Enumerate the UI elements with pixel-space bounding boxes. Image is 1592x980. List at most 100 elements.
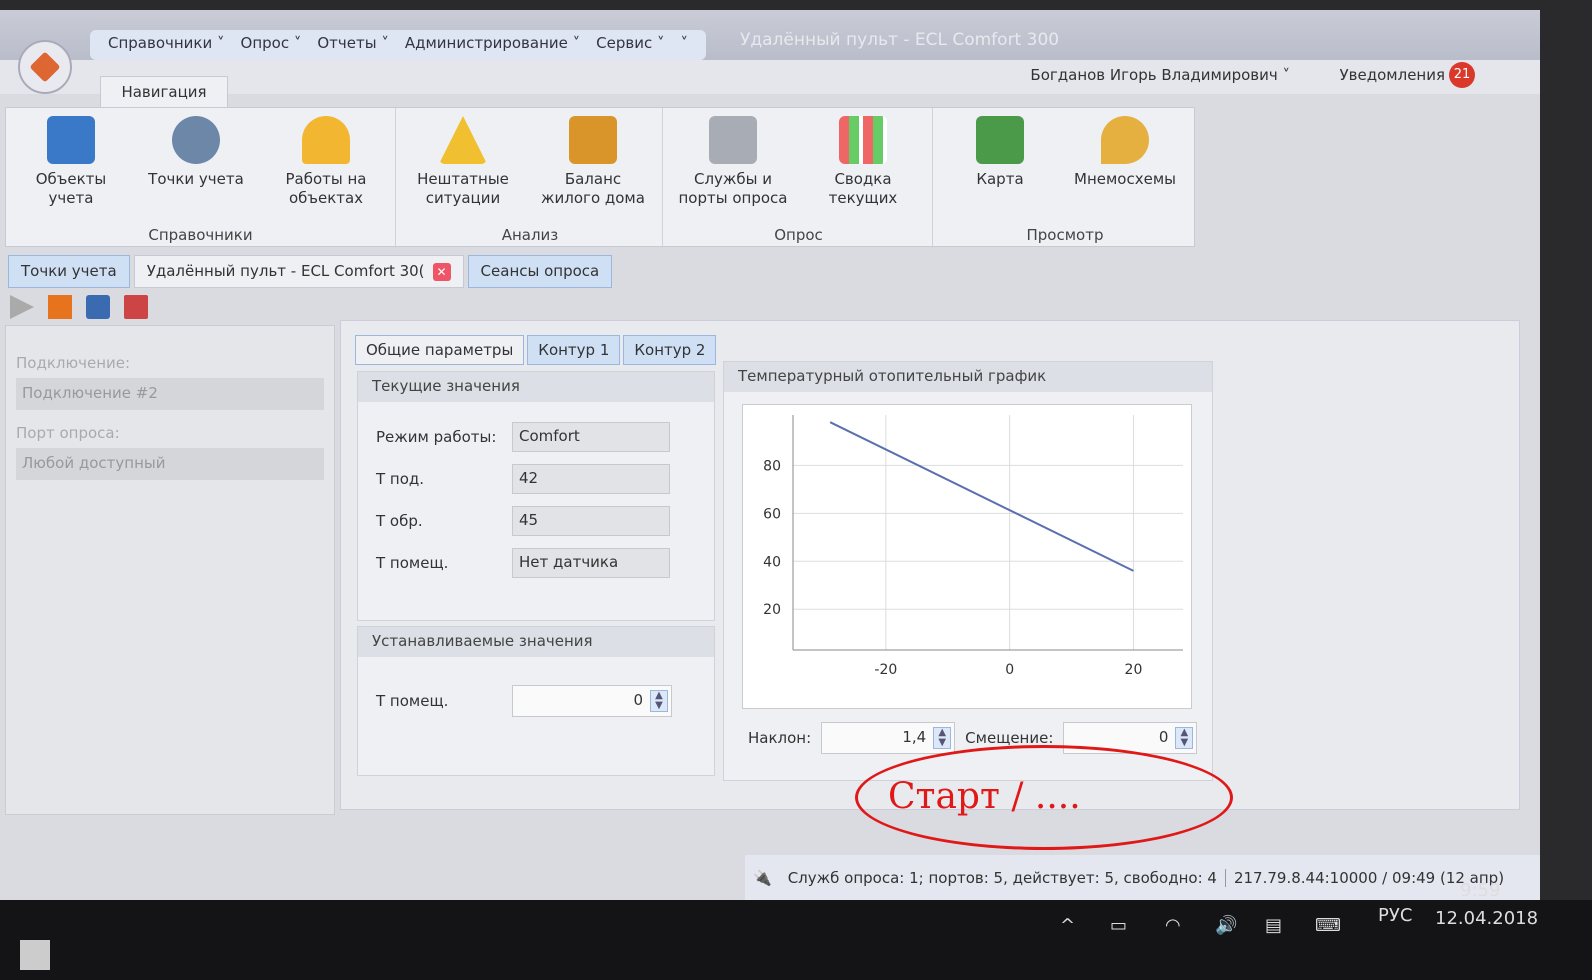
map-icon (976, 116, 1024, 164)
t-supply-value: 42 (512, 464, 670, 494)
main-menu: Справочники ˅ Опрос ˅ Отчеты ˅ Администр… (90, 30, 706, 60)
gauge-icon (172, 116, 220, 164)
notification-badge: 21 (1449, 62, 1475, 88)
menu-service[interactable]: Сервис ˅ (590, 34, 670, 56)
app-window: Справочники ˅ Опрос ˅ Отчеты ˅ Администр… (0, 10, 1540, 900)
parameters-area: Общие параметры Контур 1 Контур 2 Текущи… (340, 320, 1520, 810)
connection-select[interactable]: Подключение #2 (16, 378, 324, 410)
handwritten-annotation: Старт / .... (855, 745, 1233, 850)
x-tick-label: -20 (874, 662, 897, 678)
connection-label: Подключение: (16, 354, 131, 372)
heating-curve-line (829, 421, 1134, 572)
tab-general[interactable]: Общие параметры (355, 335, 525, 365)
setpoints-panel: Устанавливаемые значения Т помещ. 0 ▲ ▼ (357, 626, 715, 776)
title-bar: Справочники ˅ Опрос ˅ Отчеты ˅ Администр… (0, 10, 1540, 60)
x-tick-label: 20 (1125, 662, 1143, 678)
mode-label: Режим работы: (376, 428, 497, 446)
mnemo-button[interactable]: Мнемосхемы (1065, 116, 1185, 189)
spin-arrows-icon[interactable]: ▲ ▼ (1175, 727, 1194, 749)
port-label: Порт опроса: (16, 424, 120, 442)
tab-remote-console[interactable]: Удалённый пульт - ECL Comfort 30(✕ (133, 255, 464, 288)
pin-icon (1101, 116, 1149, 164)
save-icon[interactable] (86, 295, 110, 319)
balance-button[interactable]: Баланс жилого дома (533, 116, 653, 208)
connection-panel: Подключение: Подключение #2 Порт опроса:… (5, 325, 335, 815)
tab-circuit-2[interactable]: Контур 2 (623, 335, 717, 365)
taskbar: ^ ▭ ◠ 🔊 ▤ ⌨ РУС 9:59 12.04.2018 (0, 880, 1592, 980)
language-indicator[interactable]: РУС (1378, 905, 1412, 926)
group-analysis: Нештатные ситуации Баланс жилого дома Ан… (398, 108, 663, 248)
heating-curve-panel: Температурный отопительный график 20 40 60… (723, 361, 1213, 781)
wifi-icon[interactable]: ◠ (1165, 915, 1181, 936)
tab-sessions[interactable]: Сеансы опроса (467, 255, 613, 288)
close-icon[interactable]: ✕ (432, 263, 451, 281)
spin-arrows-icon[interactable]: ▲ ▼ (650, 690, 668, 712)
objects-button[interactable]: Объекты учета (11, 116, 131, 208)
status-bar: 🔌 Служб опроса: 1; портов: 5, действует:… (745, 855, 1540, 900)
panel-title: Текущие значения (358, 372, 714, 402)
battery-icon[interactable]: ▭ (1110, 915, 1127, 936)
slope-spinner[interactable]: 1,4 ▲ ▼ (821, 722, 956, 754)
y-tick-label: 80 (763, 458, 781, 474)
notifications-button[interactable]: Уведомления (1340, 66, 1445, 84)
spin-arrows-icon[interactable]: ▲ ▼ (933, 727, 952, 749)
panel-title: Температурный отопительный график (724, 362, 1212, 392)
group-label: Анализ (501, 226, 559, 244)
t-room-value: Нет датчика (512, 548, 670, 578)
y-tick-label: 60 (763, 506, 781, 522)
points-button[interactable]: Точки учета (136, 116, 256, 189)
start-icon[interactable] (20, 940, 50, 970)
menu-reports[interactable]: Отчеты ˅ (311, 34, 394, 56)
t-return-value: 45 (512, 506, 670, 536)
table-icon (839, 116, 887, 164)
clock-date[interactable]: 12.04.2018 (1435, 908, 1538, 929)
house-icon (47, 116, 95, 164)
app-logo[interactable] (18, 40, 72, 94)
services-button[interactable]: Службы и порты опроса (673, 116, 793, 208)
group-label: Справочники (148, 226, 253, 244)
play-icon[interactable] (10, 295, 34, 319)
group-poll: Службы и порты опроса Сводка текущих Опр… (665, 108, 933, 248)
current-values-panel: Текущие значения Режим работы: Comfort Т … (357, 371, 715, 621)
panel-title: Устанавливаемые значения (358, 627, 714, 657)
heating-curve-chart: 20 40 60 80 -20 0 20 (742, 404, 1192, 709)
tab-circuit-1[interactable]: Контур 1 (527, 335, 621, 365)
volume-icon[interactable]: 🔊 (1215, 915, 1237, 936)
mode-value: Comfort (512, 422, 670, 452)
export-icon[interactable] (124, 295, 148, 319)
t-room-set-label: Т помещ. (376, 692, 449, 710)
notes-icon[interactable]: ▤ (1265, 915, 1282, 936)
y-tick-label: 20 (763, 602, 781, 618)
summary-button[interactable]: Сводка текущих (803, 116, 923, 208)
clock-time[interactable]: 9:59 (1460, 880, 1500, 901)
tray-chevron-icon[interactable]: ^ (1060, 915, 1075, 936)
t-return-label: Т обр. (376, 512, 423, 530)
port-select[interactable]: Любой доступный (16, 448, 324, 480)
stop-icon[interactable] (48, 295, 72, 319)
menu-poll[interactable]: Опрос ˅ (235, 34, 308, 56)
group-directories: Объекты учета Точки учета Работы на объе… (6, 108, 396, 248)
document-tabs: Точки учета Удалённый пульт - ECL Comfor… (8, 255, 613, 288)
ribbon: Объекты учета Точки учета Работы на объе… (5, 107, 1195, 248)
status-services: Служб опроса: 1; портов: 5, действует: 5… (787, 868, 1217, 887)
t-supply-label: Т под. (376, 470, 425, 488)
scales-icon (569, 116, 617, 164)
map-button[interactable]: Карта (940, 116, 1060, 189)
ribbon-tab-navigation[interactable]: Навигация (100, 76, 228, 108)
x-tick-label: 0 (1005, 662, 1014, 678)
user-bar: Богданов Игорь Владимирович ˅ Уведомлени… (0, 60, 1540, 94)
group-label: Просмотр (1026, 226, 1104, 244)
menu-directories[interactable]: Справочники ˅ (102, 34, 231, 56)
y-tick-label: 40 (763, 554, 781, 570)
incidents-button[interactable]: Нештатные ситуации (403, 116, 523, 208)
user-menu[interactable]: Богданов Игорь Владимирович ˅ (1030, 66, 1290, 84)
menu-more[interactable]: ˅ (674, 34, 694, 56)
tab-points[interactable]: Точки учета (8, 255, 130, 288)
window-title: Удалённый пульт - ECL Comfort 300 (740, 30, 1060, 50)
keyboard-icon[interactable]: ⌨ (1315, 915, 1341, 936)
menu-admin[interactable]: Администрирование ˅ (399, 34, 586, 56)
t-room-spinner[interactable]: 0 ▲ ▼ (512, 685, 672, 717)
works-button[interactable]: Работы на объектах (266, 116, 386, 208)
group-view: Карта Мнемосхемы Просмотр (935, 108, 1195, 248)
group-label: Опрос (774, 226, 823, 244)
